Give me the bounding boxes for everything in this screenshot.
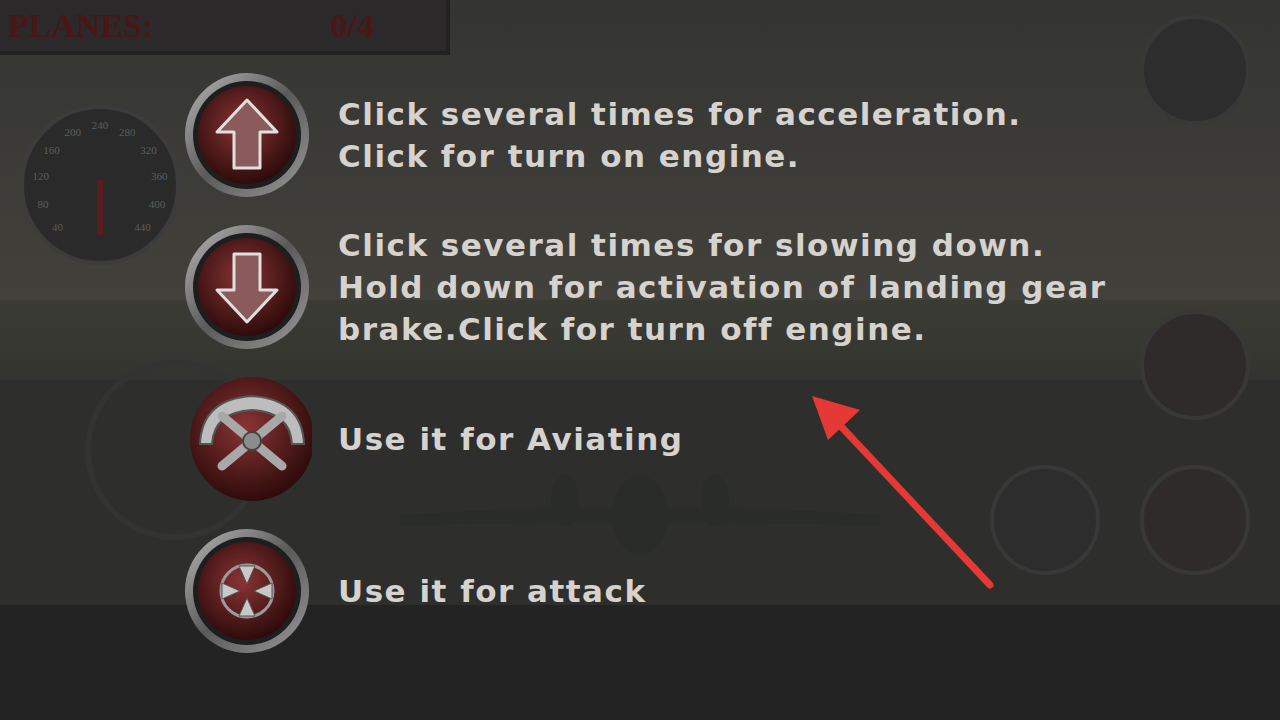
instruction-row: Click several times for acceleration.Cli… [182,70,1107,200]
instruction-row: Use it for attack [182,526,1107,656]
speed-tick: 40 [52,221,64,233]
red-arrow-icon [790,380,1010,600]
speed-tick: 240 [92,119,109,131]
hud-attack-button[interactable] [990,465,1100,575]
instruction-row: Use it for Aviating [182,374,1107,504]
speed-tick: 80 [37,198,49,210]
instruction-line: Hold down for activation of landing gear [338,266,1107,308]
instruction-text: Use it for Aviating [338,418,683,460]
decelerate-icon [182,222,312,352]
planes-count: 0/4 [331,0,438,51]
hud-down-button[interactable] [1140,465,1250,575]
planes-counter: PLANES: 0/4 [0,0,450,55]
pause-button[interactable] [1140,15,1250,125]
instruction-text: Click several times for acceleration.Cli… [338,93,1022,177]
instruction-line: Use it for Aviating [338,418,683,460]
instruction-text: Click several times for slowing down.Hol… [338,224,1107,350]
needle [97,180,103,235]
ground [0,605,1280,720]
instructions: Click several times for acceleration.Cli… [182,70,1107,656]
speed-tick: 200 [65,126,82,138]
instruction-line: Use it for attack [338,570,647,612]
hud-up-button[interactable] [1140,310,1250,420]
speed-tick: 400 [149,198,166,210]
steer-icon [182,374,312,504]
plane-silhouette [400,470,880,560]
speedometer: 4080 120 160 200 240 280 320 360 400 440 [0,85,200,285]
speed-tick: 360 [151,170,168,182]
instruction-line: Click several times for slowing down. [338,224,1107,266]
speed-tick: 120 [32,170,49,182]
speed-tick: 160 [43,144,60,156]
instruction-line: brake.Click for turn off engine. [338,308,1107,350]
instruction-line: Click for turn on engine. [338,135,1022,177]
planes-label: PLANES: [8,0,153,51]
speed-tick: 320 [140,144,157,156]
speed-tick: 440 [134,221,151,233]
speed-tick: 280 [119,126,136,138]
attack-icon [182,526,312,656]
instruction-line: Click several times for acceleration. [338,93,1022,135]
instruction-row: Click several times for slowing down.Hol… [182,222,1107,352]
instruction-text: Use it for attack [338,570,647,612]
game-screen: PLANES: 0/4 4080 120 160 200 240 280 320 360 400 44… [0,0,1280,720]
accelerate-icon [182,70,312,200]
